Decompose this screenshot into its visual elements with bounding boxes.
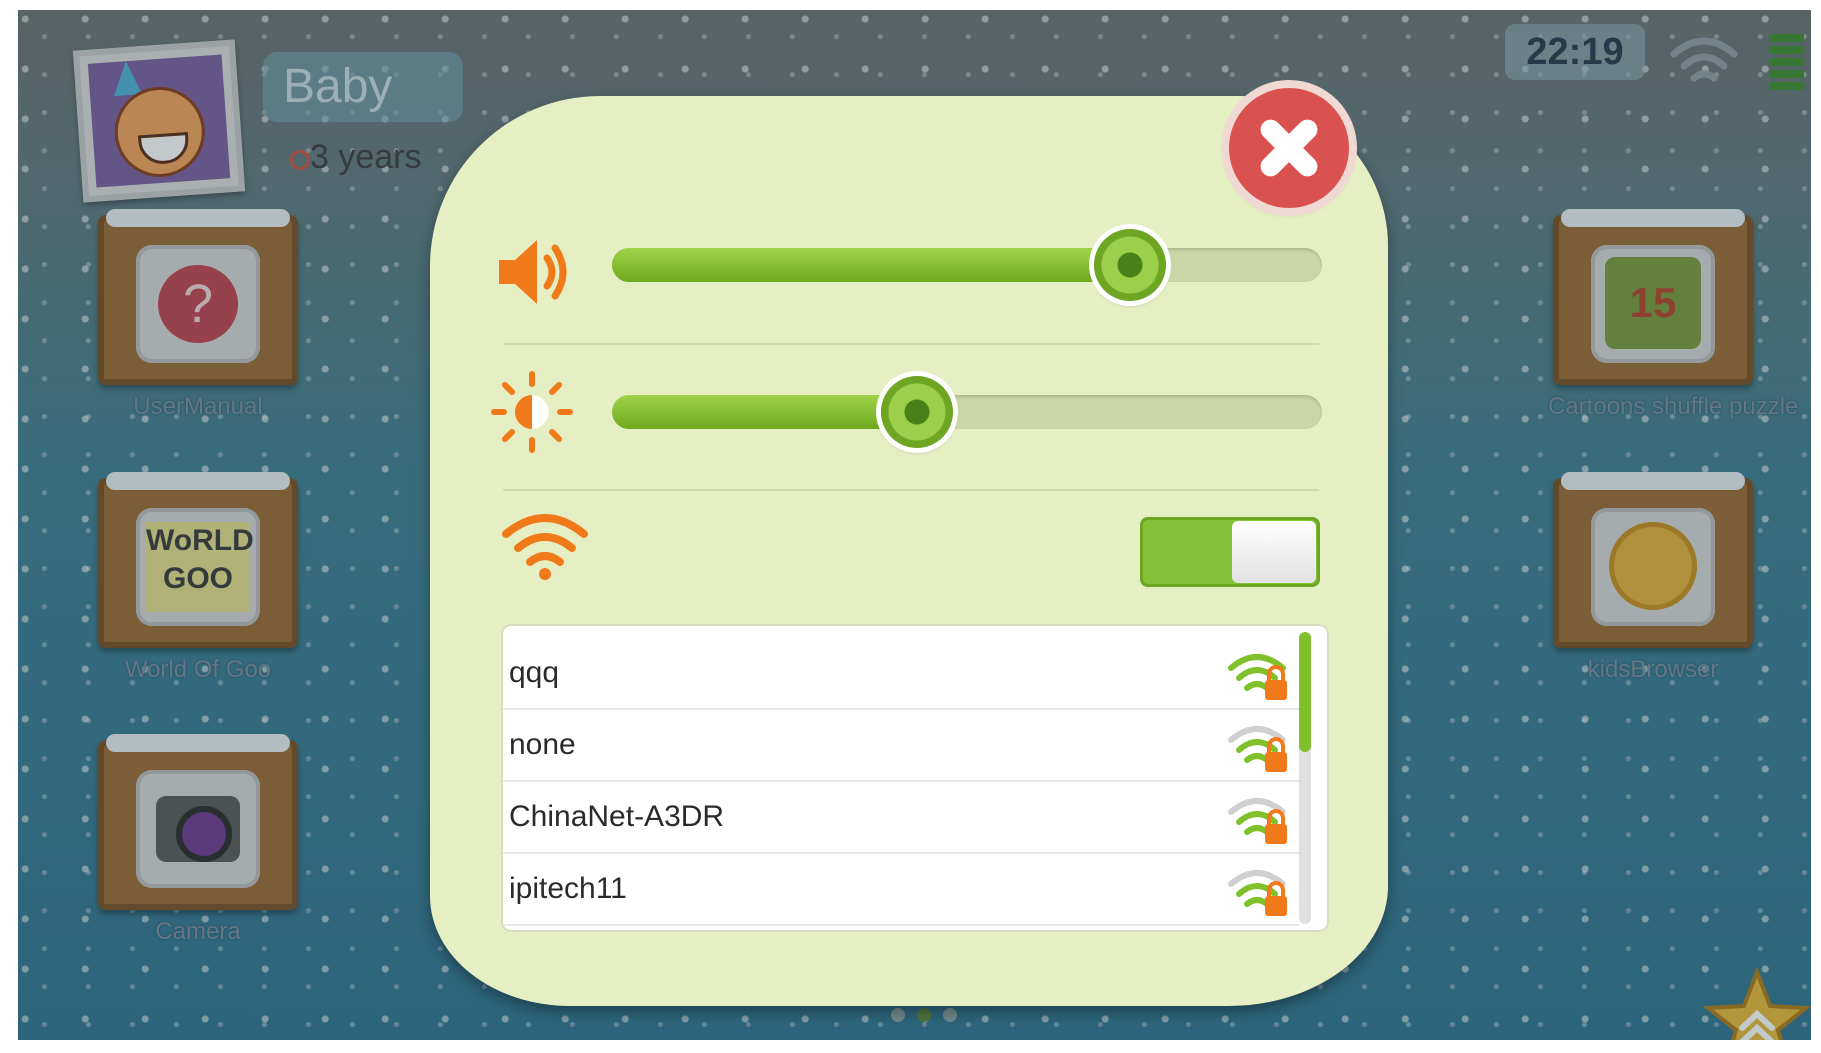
wifi-network-item[interactable]: none	[503, 708, 1299, 782]
wifi-network-item[interactable]: qqq	[503, 636, 1299, 710]
wifi-network-name: none	[509, 728, 576, 761]
wifi-list-scrollbar-thumb[interactable]	[1299, 632, 1311, 752]
brightness-slider-fill	[612, 395, 918, 429]
wifi-list-scrollbar[interactable]	[1299, 632, 1311, 924]
wifi-network-name: qqq	[509, 656, 560, 689]
wifi-network-name: ChinaNet-A3DR	[509, 800, 725, 833]
close-button[interactable]	[1229, 88, 1349, 208]
wifi-locked-icon	[1228, 870, 1287, 916]
volume-icon	[499, 240, 567, 304]
wifi-network-item[interactable]: ipitech11	[503, 852, 1299, 926]
wifi-icon	[502, 514, 588, 580]
wifi-locked-icon	[1228, 798, 1287, 844]
wifi-locked-icon	[1228, 726, 1287, 772]
brightness-slider-thumb[interactable]	[881, 376, 954, 448]
wifi-network-item[interactable]: ChinaNet-A3DR	[503, 780, 1299, 854]
volume-slider-thumb[interactable]	[1094, 229, 1167, 301]
wifi-network-name: ipitech11	[509, 872, 627, 905]
wifi-toggle[interactable]	[1140, 517, 1320, 587]
divider	[503, 489, 1319, 491]
brightness-icon	[491, 371, 573, 453]
wifi-network-list: qqq none ChinaNet-A3DR ipitech11	[503, 626, 1327, 930]
volume-slider-fill	[612, 248, 1131, 282]
divider	[503, 343, 1319, 345]
wifi-toggle-knob[interactable]	[1232, 521, 1316, 583]
wifi-locked-icon	[1228, 654, 1287, 700]
brightness-slider[interactable]	[612, 376, 1322, 448]
volume-slider[interactable]	[612, 229, 1322, 301]
